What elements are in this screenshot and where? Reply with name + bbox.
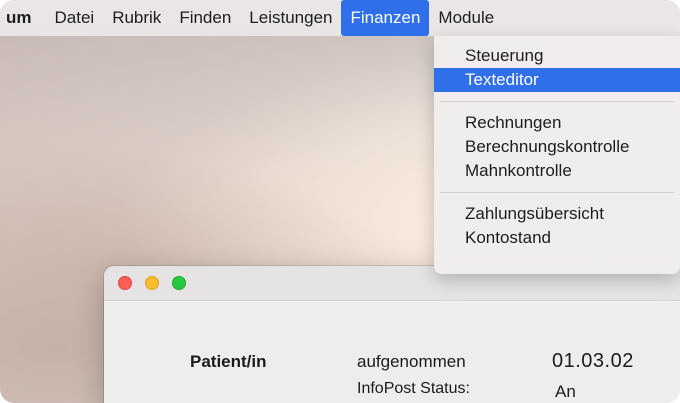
menu-item-kontostand[interactable]: Kontostand	[434, 226, 680, 250]
menu-item-steuerung[interactable]: Steuerung	[434, 44, 680, 68]
desktop-background: um Datei Rubrik Finden Leistungen Finanz…	[0, 0, 680, 403]
menu-item-mahnkontrolle[interactable]: Mahnkontrolle	[434, 159, 680, 183]
menu-finden[interactable]: Finden	[170, 0, 240, 36]
patient-label: Patient/in	[190, 352, 267, 371]
infopost-status-value: An	[555, 382, 576, 401]
finanzen-dropdown-menu: Steuerung Texteditor Rechnungen Berechnu…	[434, 36, 680, 274]
menu-module[interactable]: Module	[429, 0, 503, 36]
infopost-status-label: InfoPost Status:	[357, 380, 470, 397]
close-window-button[interactable]	[118, 276, 132, 290]
menu-app-name[interactable]: um	[0, 0, 46, 36]
menu-item-rechnungen[interactable]: Rechnungen	[434, 111, 680, 135]
menu-item-berechnungskontrolle[interactable]: Berechnungskontrolle	[434, 135, 680, 159]
aufgenommen-date-value: 01.03.02	[552, 350, 634, 372]
aufgenommen-label: aufgenommen	[357, 352, 466, 371]
menu-finanzen[interactable]: Finanzen	[341, 0, 430, 36]
zoom-window-button[interactable]	[172, 276, 186, 290]
window-content: Patient/in aufgenommen 01.03.02 InfoPost…	[104, 301, 680, 403]
menu-leistungen[interactable]: Leistungen	[240, 0, 341, 36]
menu-datei[interactable]: Datei	[46, 0, 104, 36]
minimize-window-button[interactable]	[145, 276, 159, 290]
menu-item-texteditor[interactable]: Texteditor	[434, 68, 680, 92]
menu-bar: um Datei Rubrik Finden Leistungen Finanz…	[0, 0, 680, 36]
menu-item-zahlungsuebersicht[interactable]: Zahlungsübersicht	[434, 202, 680, 226]
patient-window: Patient/in aufgenommen 01.03.02 InfoPost…	[104, 266, 680, 403]
menu-rubrik[interactable]: Rubrik	[103, 0, 170, 36]
